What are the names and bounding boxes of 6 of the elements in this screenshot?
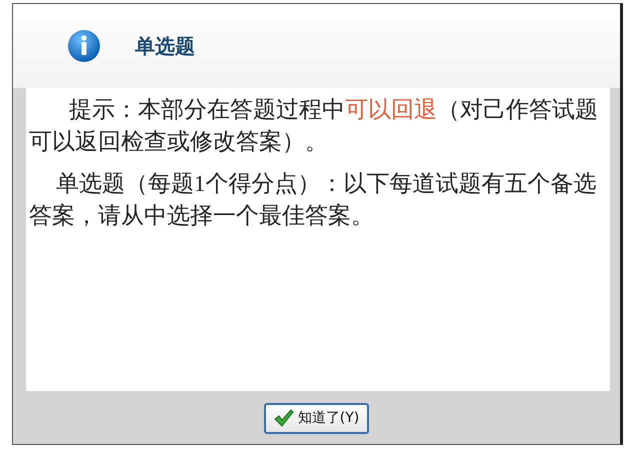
check-icon (274, 409, 294, 427)
message-paragraph: 单选题（每题1个得分点）：以下每道试题有五个备选答案，请从中选择一个最佳答案。 (29, 170, 598, 230)
dialog-title: 单选题 (135, 33, 195, 60)
info-icon (67, 29, 101, 63)
ok-button[interactable]: 知道了(Y) (264, 402, 370, 434)
message-paragraph: 提示：本部分在答题过程中可以回退（对己作答试题可以返回检查或修改答案）。 (29, 96, 600, 156)
